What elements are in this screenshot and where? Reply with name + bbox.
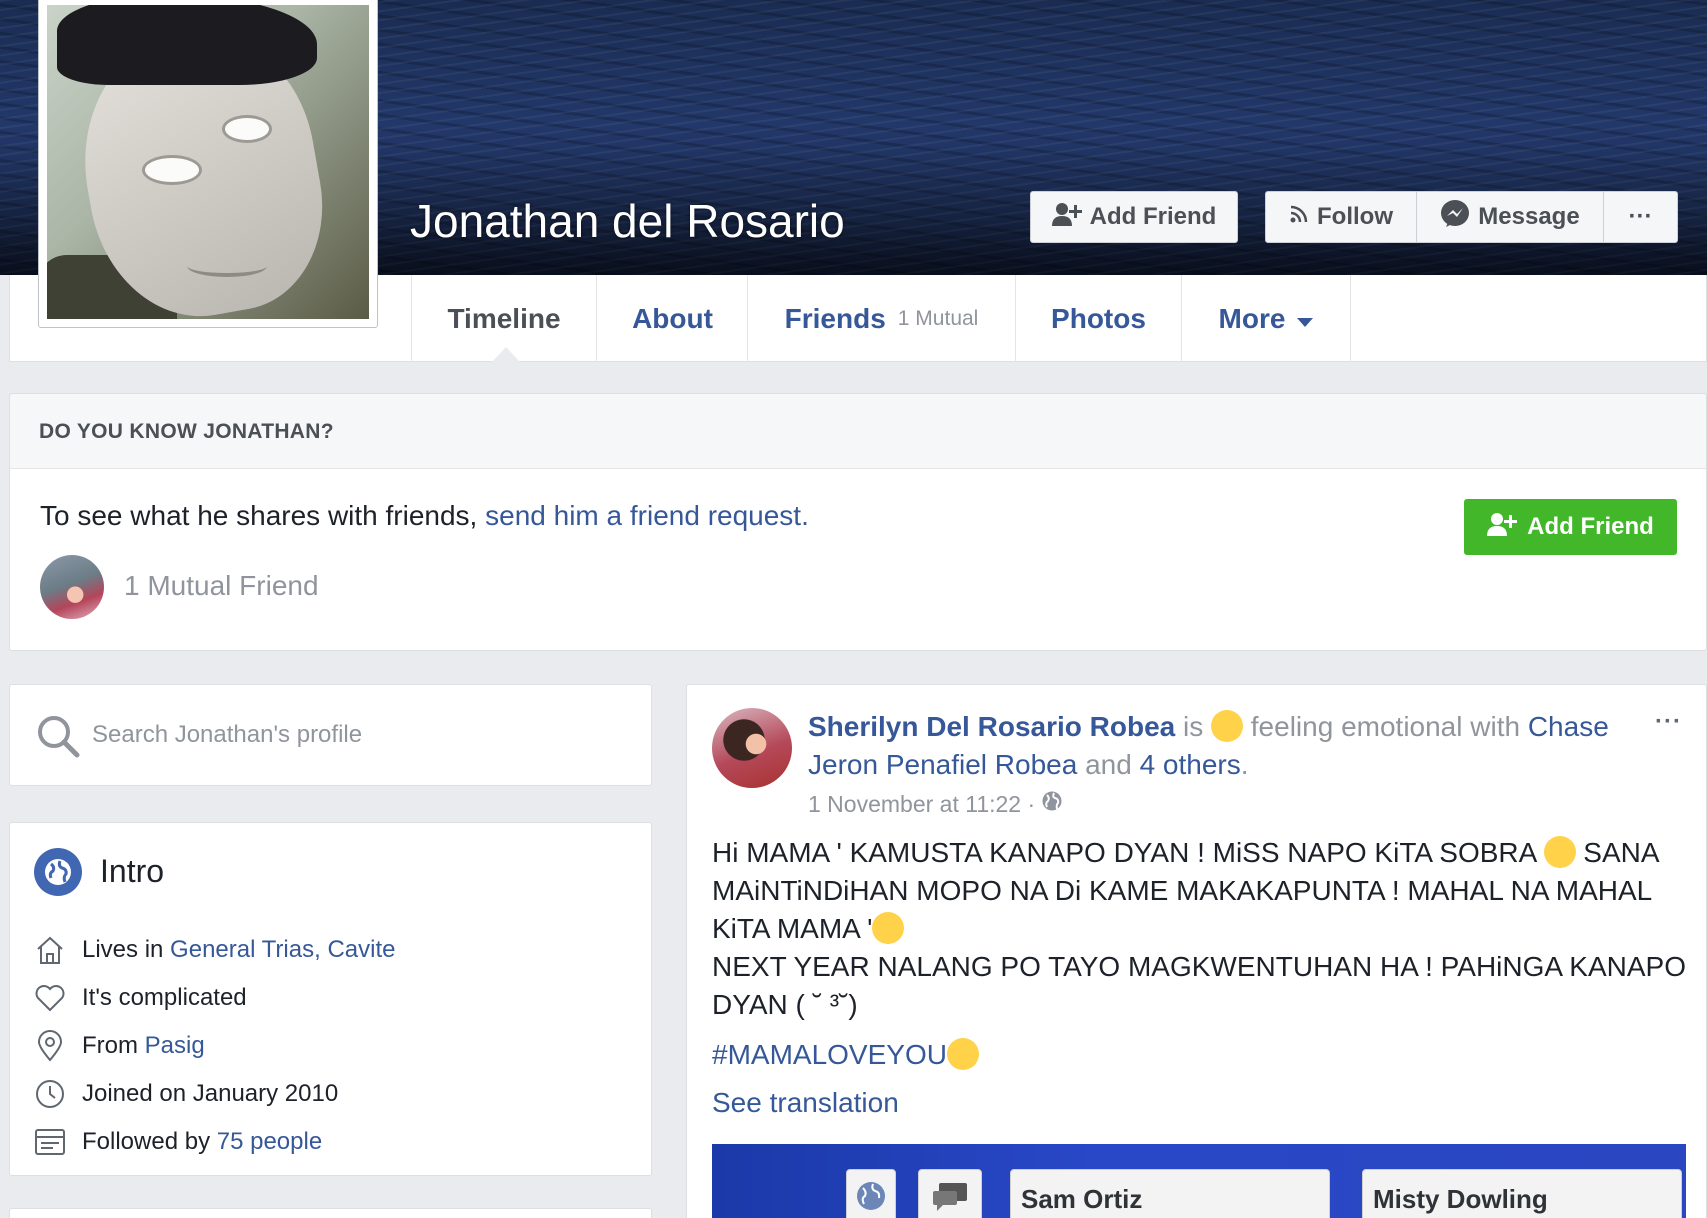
tab-timeline-label: Timeline <box>447 302 561 334</box>
mutual-friend-avatar[interactable] <box>40 555 104 619</box>
sad-face-icon <box>1211 710 1243 742</box>
active-tab-indicator <box>492 347 520 362</box>
mutual-friend-link[interactable]: 1 Mutual Friend <box>124 570 319 602</box>
intro-followers: Followed by 75 people <box>34 1122 322 1162</box>
search-input[interactable] <box>92 714 622 756</box>
post-author-link[interactable]: Sherilyn Del Rosario Robea <box>808 711 1175 742</box>
see-translation-link[interactable]: See translation <box>712 1087 899 1119</box>
lives-in-link[interactable]: General Trias, Cavite <box>170 936 395 963</box>
post-author-avatar[interactable] <box>712 708 792 788</box>
caret-down-icon <box>1297 303 1314 335</box>
tab-more-label: More <box>1218 302 1286 334</box>
intro-lives-in: Lives in General Trias, Cavite <box>34 930 395 970</box>
message-button[interactable]: Message <box>1416 191 1604 243</box>
clock-icon <box>34 1078 66 1110</box>
profile-name[interactable]: Jonathan del Rosario <box>410 194 845 248</box>
globe-tile <box>846 1169 896 1218</box>
tab-friends-label: Friends <box>784 302 886 334</box>
tab-more[interactable]: More <box>1181 275 1351 362</box>
intro-from: From Pasig <box>34 1026 205 1066</box>
tab-friends[interactable]: Friends 1 Mutual <box>747 275 1015 362</box>
intro-relationship: It's complicated <box>34 978 247 1018</box>
search-icon <box>36 714 80 763</box>
crying-face-icon <box>1543 836 1576 868</box>
friend-request-link[interactable]: send him a friend request. <box>485 500 809 531</box>
tab-photos[interactable]: Photos <box>1015 275 1181 362</box>
profile-picture[interactable] <box>38 0 378 328</box>
rss-icon <box>34 1126 66 1158</box>
chat-tile <box>918 1169 982 1218</box>
know-person-text: To see what he shares with friends, send… <box>40 500 809 531</box>
more-options-button[interactable]: ··· <box>1603 191 1678 243</box>
post-time-link[interactable]: 1 November at 11:22 · <box>808 791 1035 818</box>
kiss-face-icon <box>872 912 905 944</box>
add-friend-label: Add Friend <box>1527 513 1654 540</box>
know-person-heading: DO YOU KNOW JONATHAN? <box>9 393 1707 469</box>
intro-title: Intro <box>100 853 165 889</box>
message-label: Message <box>1478 203 1580 230</box>
add-friend-icon <box>1051 201 1082 234</box>
chat-bubbles-icon <box>931 1181 969 1218</box>
from-link[interactable]: Pasig <box>145 1032 205 1059</box>
tab-about-label: About <box>632 302 713 334</box>
more-dots-icon: ··· <box>1628 203 1653 230</box>
media-tile-name: Sam Ortiz <box>1010 1169 1330 1218</box>
post-body: Hi MAMA ' KAMUSTA KANAPO DYAN ! MiSS NAP… <box>712 836 1686 1020</box>
post-timestamp: 1 November at 11:22 · <box>808 790 1063 818</box>
globe-icon <box>855 1180 887 1218</box>
add-friend-label: Add Friend <box>1089 203 1217 230</box>
messenger-icon <box>1440 199 1470 236</box>
globe-icon <box>34 848 82 896</box>
next-card <box>9 1208 652 1218</box>
add-friend-green-button[interactable]: Add Friend <box>1464 499 1677 555</box>
tab-photos-label: Photos <box>1051 302 1146 334</box>
profile-picture-image <box>47 5 369 319</box>
post-header: Sherilyn Del Rosario Robea is feeling em… <box>808 710 1609 780</box>
media-tile-name: Misty Dowling <box>1362 1169 1682 1218</box>
follow-button[interactable]: Follow <box>1265 191 1417 243</box>
add-friend-icon <box>1487 511 1518 544</box>
rss-icon <box>1289 203 1309 231</box>
intro-joined: Joined on January 2010 <box>34 1074 338 1114</box>
follow-label: Follow <box>1317 203 1393 230</box>
location-pin-icon <box>34 1030 66 1062</box>
others-link[interactable]: 4 others <box>1140 749 1241 780</box>
hashtag-link[interactable]: #MAMALOVEYOU <box>712 1038 979 1071</box>
mutual-count: 1 Mutual <box>897 306 979 330</box>
home-icon <box>34 934 66 966</box>
public-globe-icon <box>1041 790 1063 818</box>
followers-link[interactable]: 75 people <box>217 1128 322 1155</box>
add-friend-button[interactable]: Add Friend <box>1030 191 1238 243</box>
kiss-face-icon <box>946 1038 979 1070</box>
heart-icon <box>34 982 66 1014</box>
post-options-button[interactable]: ··· <box>1655 708 1682 736</box>
tab-about[interactable]: About <box>596 275 748 362</box>
